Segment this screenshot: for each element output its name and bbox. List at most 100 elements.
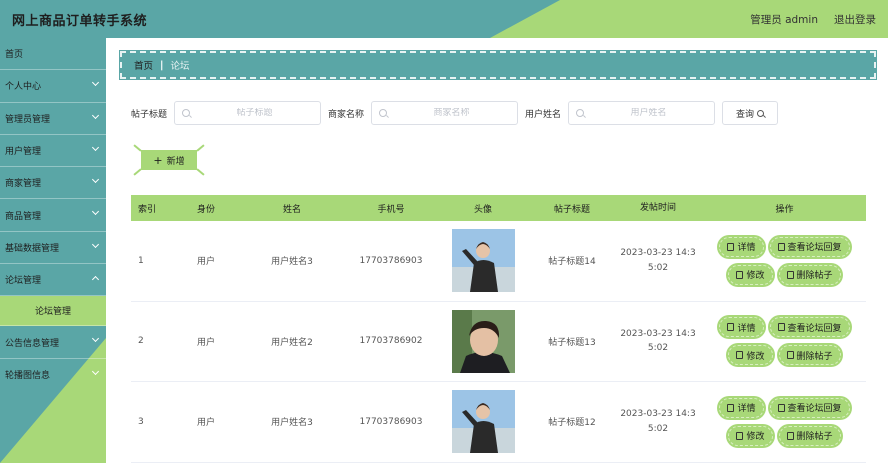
sidebar-item-merchants[interactable]: 商家管理 (0, 167, 106, 200)
post-time-clock: 5:02 (647, 423, 669, 434)
cell-name: 用户姓名2 (271, 337, 313, 348)
decoration (196, 168, 205, 176)
header-actions: 操作 (775, 204, 794, 215)
table-row: 2 用户 用户姓名2 17703786902 帖子标题13 2023-03-23… (131, 302, 866, 382)
avatar[interactable] (451, 309, 515, 373)
query-button-label: 查询 (736, 109, 755, 120)
delete-button[interactable]: 删除帖子 (778, 425, 841, 446)
cell-post-title: 帖子标题13 (548, 337, 596, 348)
delete-button[interactable]: 删除帖子 (778, 264, 841, 285)
sidebar-item-products[interactable]: 商品管理 (0, 199, 106, 232)
replies-label: 查看论坛回复 (787, 404, 842, 415)
post-title-label: 帖子标题 (131, 109, 168, 120)
sidebar-item-label: 个人中心 (5, 82, 42, 93)
sidebar-item-label: 基础数据管理 (5, 243, 60, 254)
cell-post-time: 2023-03-23 14:3 5:02 (613, 246, 703, 275)
cell-post-title: 帖子标题14 (548, 257, 596, 268)
table-header: 索引 身份 姓名 手机号 头像 帖子标题 发帖时间 操作 (131, 195, 866, 221)
edit-label: 修改 (746, 351, 765, 362)
cell-actions: 详情 查看论坛回复 修改 删除帖子 (703, 236, 866, 285)
edit-label: 修改 (746, 432, 765, 443)
pencil-icon (777, 403, 785, 412)
header-avatar: 头像 (473, 204, 492, 215)
user-name-input[interactable] (569, 108, 715, 118)
sidebar-item-carousel[interactable]: 轮播图信息 (0, 359, 106, 391)
breadcrumb-separator: | (160, 59, 164, 71)
decoration (133, 168, 142, 176)
pencil-icon (777, 323, 785, 332)
sidebar-item-notices[interactable]: 公告信息管理 (0, 326, 106, 359)
search-icon (182, 109, 191, 117)
sidebar-item-home[interactable]: 首页 (0, 38, 106, 71)
cell-actions: 详情 查看论坛回复 修改 删除帖子 (703, 397, 866, 446)
post-time-date: 2023-03-23 14:3 (620, 409, 696, 420)
view-replies-button[interactable]: 查看论坛回复 (769, 397, 850, 418)
search-icon (757, 109, 765, 117)
cell-post-title: 帖子标题12 (548, 418, 596, 429)
add-button-label: 新增 (166, 156, 185, 167)
sidebar-item-basedata[interactable]: 基础数据管理 (0, 232, 106, 265)
chevron-down-icon (91, 111, 100, 119)
sidebar-item-users[interactable]: 用户管理 (0, 135, 106, 168)
cell-index: 1 (138, 255, 144, 266)
sidebar-item-forum[interactable]: 论坛管理 (0, 264, 106, 297)
trash-icon (786, 270, 794, 279)
delete-label: 删除帖子 (796, 271, 833, 282)
sidebar-item-personal[interactable]: 个人中心 (0, 70, 106, 103)
document-icon (727, 242, 735, 251)
sidebar-item-label: 首页 (5, 50, 24, 61)
merchant-name-input[interactable] (372, 108, 518, 118)
cell-index: 2 (138, 336, 144, 347)
cell-phone: 17703786902 (359, 336, 423, 347)
view-replies-button[interactable]: 查看论坛回复 (769, 236, 850, 257)
cell-avatar (435, 390, 531, 454)
sidebar-item-label: 轮播图信息 (5, 371, 51, 382)
header-role: 身份 (196, 204, 215, 215)
user-name-field (568, 101, 716, 125)
header-post-time: 发帖时间 (639, 202, 676, 213)
breadcrumb-home[interactable]: 首页 (134, 58, 153, 72)
post-time-clock: 5:02 (647, 262, 669, 273)
detail-label: 详情 (737, 323, 756, 334)
chevron-down-icon (91, 240, 100, 248)
chevron-down-icon (91, 335, 100, 343)
detail-button[interactable]: 详情 (719, 397, 764, 418)
sidebar-item-label: 用户管理 (5, 147, 42, 158)
decoration (133, 144, 142, 152)
avatar[interactable] (451, 229, 515, 293)
avatar[interactable] (451, 390, 515, 454)
plus-icon: + (153, 153, 163, 167)
delete-button[interactable]: 删除帖子 (778, 345, 841, 366)
view-replies-button[interactable]: 查看论坛回复 (769, 317, 850, 338)
replies-label: 查看论坛回复 (787, 323, 842, 334)
edit-button[interactable]: 修改 (728, 425, 773, 446)
cell-post-time: 2023-03-23 14:3 5:02 (613, 327, 703, 356)
trash-icon (786, 351, 794, 360)
breadcrumb-current: 论坛 (170, 61, 190, 72)
cell-name: 用户姓名3 (271, 418, 313, 429)
current-user: 管理员 admin (750, 14, 818, 26)
cell-post-time: 2023-03-23 14:3 5:02 (613, 407, 703, 436)
post-title-field (174, 101, 322, 125)
detail-button[interactable]: 详情 (719, 317, 764, 338)
post-time-date: 2023-03-23 14:3 (620, 328, 696, 339)
pencil-icon (736, 431, 744, 440)
cell-name: 用户姓名3 (271, 257, 313, 268)
sidebar-subitem-forum-manage[interactable]: 论坛管理 (0, 296, 106, 327)
pencil-icon (736, 351, 744, 360)
edit-button[interactable]: 修改 (728, 264, 773, 285)
cell-avatar (435, 309, 531, 373)
chevron-down-icon (91, 176, 100, 184)
edit-button[interactable]: 修改 (728, 345, 773, 366)
post-time-date: 2023-03-23 14:3 (620, 248, 696, 259)
detail-button[interactable]: 详情 (719, 236, 764, 257)
sidebar-item-admins[interactable]: 管理员管理 (0, 103, 106, 135)
query-button[interactable]: 查询 (722, 101, 779, 125)
table-row: 1 用户 用户姓名3 17703786903 帖子标题14 2023-03-23… (131, 221, 866, 302)
logout-link[interactable]: 退出登录 (834, 12, 876, 27)
post-title-input[interactable] (175, 108, 321, 118)
delete-label: 删除帖子 (796, 351, 833, 362)
cell-actions: 详情 查看论坛回复 修改 删除帖子 (703, 317, 866, 366)
add-button[interactable]: + 新增 (133, 144, 205, 176)
search-icon (379, 109, 388, 117)
